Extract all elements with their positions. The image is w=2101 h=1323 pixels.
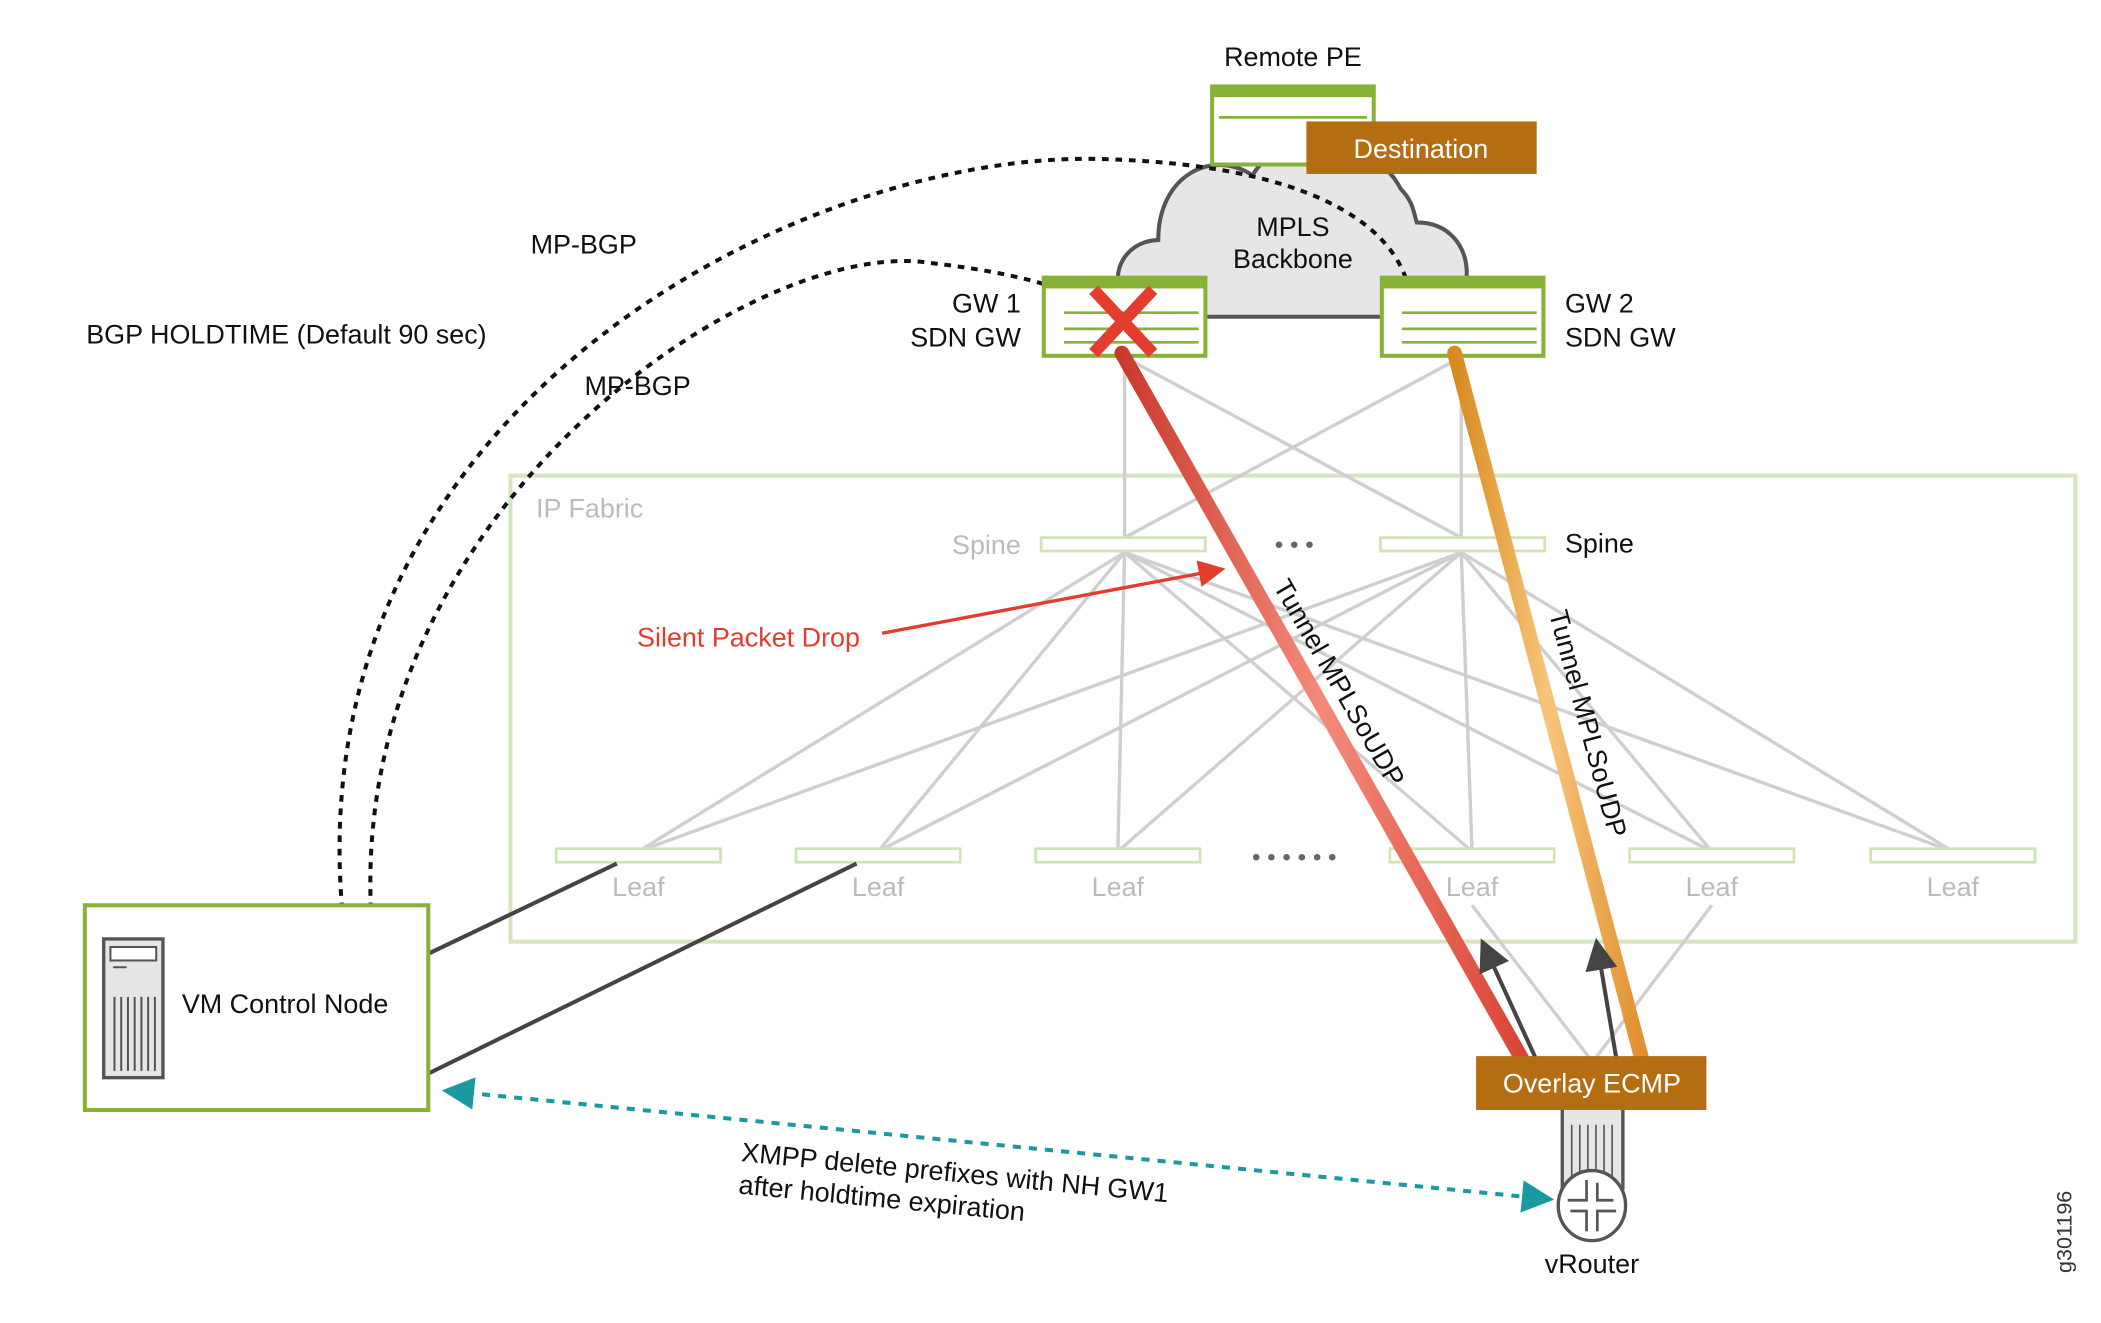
destination-label: Destination <box>1354 134 1489 164</box>
leaf-device-icon <box>1628 847 1796 864</box>
gw2-device-icon <box>1379 275 1546 358</box>
leaf-label: Leaf <box>1092 872 1145 902</box>
spine-dots: • • • <box>1275 531 1314 558</box>
vm-control-node-label: VM Control Node <box>182 989 389 1019</box>
leaf-label: Leaf <box>1686 872 1739 902</box>
spine-left-device-icon <box>1039 536 1207 553</box>
gw2-label-2: SDN GW <box>1565 322 1676 352</box>
mpls-backbone-label: MPLS <box>1256 212 1329 242</box>
leaf-label: Leaf <box>852 872 905 902</box>
overlay-ecmp-label: Overlay ECMP <box>1503 1068 1681 1098</box>
spine-leaf-link <box>876 551 1126 853</box>
server-icon <box>102 937 165 1080</box>
leaf-label: Leaf <box>1446 872 1499 902</box>
fabric-links <box>637 355 1954 1059</box>
silent-drop-label: Silent Packet Drop <box>637 623 860 653</box>
network-diagram: IP Fabric MPLS Backbone Remote PE Destin… <box>82 42 2078 1279</box>
mp-bgp-session-gw1 <box>368 259 1124 923</box>
remote-pe-label: Remote PE <box>1224 42 1362 72</box>
leaf-device-icon <box>554 847 722 864</box>
router-icon <box>1556 1168 1628 1243</box>
vrouter-label: vRouter <box>1545 1249 1639 1279</box>
leaf-dots: • • • • • • <box>1252 844 1337 871</box>
leaf-device-icon <box>1869 847 2037 864</box>
mp-bgp-label-inner: MP-BGP <box>585 371 691 401</box>
leaf-label: Leaf <box>612 872 665 902</box>
leaf-device-icon <box>1034 847 1202 864</box>
gw2-label: GW 2 <box>1565 289 1634 319</box>
bgp-holdtime-label: BGP HOLDTIME (Default 90 sec) <box>86 320 486 350</box>
gw1-label: GW 1 <box>952 289 1021 319</box>
spine-leaf-link <box>1116 552 1127 852</box>
tunnel-gw1-label: Tunnel MPLSoUDP <box>1268 574 1411 792</box>
leaf-label: Leaf <box>1927 872 1980 902</box>
spine-left-label: Spine <box>952 530 1021 560</box>
spine-right-device-icon <box>1379 536 1547 553</box>
leaf-device-icon <box>794 847 962 864</box>
spine-leaf-link <box>1459 552 1474 852</box>
silent-drop-arrow <box>881 560 1226 635</box>
spine-leaf-link <box>1124 550 1954 853</box>
ip-fabric-label: IP Fabric <box>536 493 643 523</box>
mpls-backbone-label-2: Backbone <box>1233 244 1353 274</box>
gw1-label-2: SDN GW <box>910 322 1021 352</box>
mp-bgp-label-outer: MP-BGP <box>531 229 637 259</box>
tunnel-gw2 <box>1447 345 1650 1067</box>
spine-right-label: Spine <box>1565 528 1634 558</box>
figure-id: g301196 <box>2052 1191 2076 1273</box>
